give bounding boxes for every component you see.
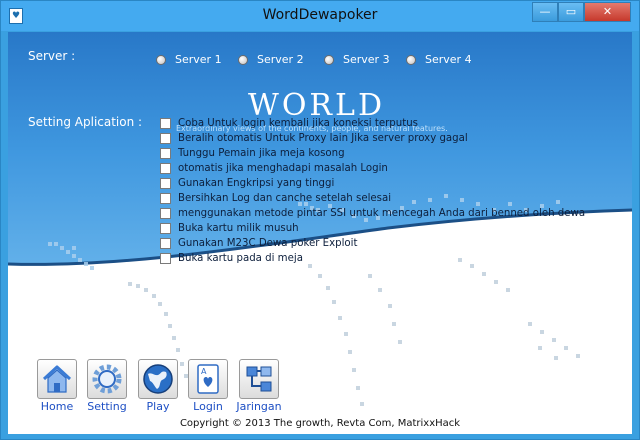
checkbox[interactable] [160, 118, 171, 129]
setting-option-label: Tunggu Pemain jika meja kosong [178, 148, 345, 159]
radio-circle-icon[interactable] [406, 55, 416, 65]
play-label[interactable]: Play [132, 400, 184, 413]
setting-label[interactable]: Setting [81, 400, 133, 413]
setting-option-label: menggunakan metode pintar SSI untuk menc… [178, 208, 586, 219]
checkbox[interactable] [160, 193, 171, 204]
globe-icon [143, 364, 173, 394]
app-window: ♥ WordDewapoker — ▭ ✕ WORLD Extraordinar… [0, 0, 640, 440]
setting-option-label: Buka kartu milik musuh [178, 223, 299, 234]
radio-label: Server 1 [175, 53, 222, 66]
network-icon [246, 366, 272, 392]
checkbox[interactable] [160, 208, 171, 219]
title-bar[interactable]: ♥ WordDewapoker — ▭ ✕ [1, 1, 639, 31]
setting-option-label: Beralih otomatis Untuk Proxy lain Jika s… [178, 133, 468, 144]
setting-option-label: otomatis jika menghadapi masalah Login [178, 163, 388, 174]
play-button[interactable] [138, 359, 178, 399]
client-area: WORLD Extraordinary views of the contine… [8, 32, 632, 434]
maximize-button[interactable]: ▭ [558, 2, 584, 22]
radio-circle-icon[interactable] [324, 55, 334, 65]
gear-icon [92, 364, 122, 394]
checkbox[interactable] [160, 223, 171, 234]
setting-option-label: Coba Untuk login kembali jika koneksi te… [178, 118, 418, 129]
checkbox[interactable] [160, 238, 171, 249]
minimize-button[interactable]: — [532, 2, 558, 22]
jaringan-button[interactable] [239, 359, 279, 399]
setting-button[interactable] [87, 359, 127, 399]
login-label[interactable]: Login [182, 400, 234, 413]
checkbox[interactable] [160, 253, 171, 264]
setting-option-label: Gunakan Engkripsi yang tinggi [178, 178, 335, 189]
settings-label: Setting Aplication : [28, 115, 143, 129]
checkbox[interactable] [160, 178, 171, 189]
radio-label: Server 4 [425, 53, 472, 66]
home-label[interactable]: Home [31, 400, 83, 413]
server-label: Server : [28, 49, 76, 63]
radio-circle-icon[interactable] [238, 55, 248, 65]
radio-label: Server 2 [257, 53, 304, 66]
close-button[interactable]: ✕ [584, 2, 631, 22]
setting-option-label: Bersihkan Log dan canche setelah selesai [178, 193, 392, 204]
house-icon [42, 365, 72, 393]
login-button[interactable]: A [188, 359, 228, 399]
setting-option-label: Buka kartu pada di meja [178, 253, 303, 264]
jaringan-label[interactable]: Jaringan [233, 400, 285, 413]
setting-option-label: Gunakan M23C Dewa poker Exploit [178, 238, 358, 249]
copyright-text: Copyright © 2013 The growth, Revta Com, … [179, 418, 461, 429]
home-button[interactable] [37, 359, 77, 399]
checkbox[interactable] [160, 133, 171, 144]
checkbox[interactable] [160, 163, 171, 174]
checkbox[interactable] [160, 148, 171, 159]
playing-card-icon: A [197, 364, 219, 394]
svg-text:A: A [201, 367, 207, 376]
radio-label: Server 3 [343, 53, 390, 66]
radio-circle-icon[interactable] [156, 55, 166, 65]
